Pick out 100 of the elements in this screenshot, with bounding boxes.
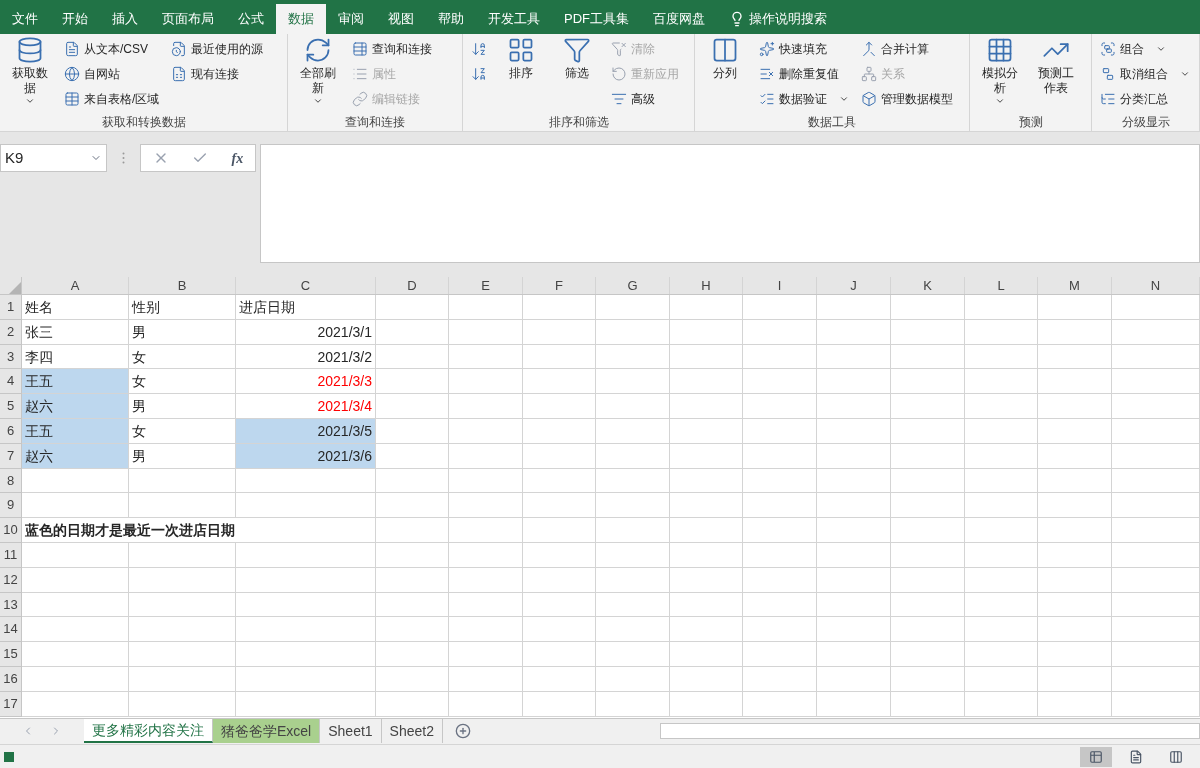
ribbon-tab[interactable]: 开发工具: [476, 4, 552, 34]
column-header[interactable]: C: [236, 277, 376, 294]
macro-record-icon[interactable]: [4, 751, 14, 762]
ribbon-button[interactable]: 全部刷新: [292, 36, 344, 106]
link-icon: [352, 90, 368, 107]
row-header[interactable]: 11: [0, 542, 22, 568]
ribbon-button[interactable]: 预测工作表: [1030, 36, 1082, 96]
ribbon-button[interactable]: 现有连接: [167, 61, 268, 86]
column-header[interactable]: B: [129, 277, 236, 294]
ribbon-button[interactable]: 取消组合: [1096, 61, 1194, 86]
row-header[interactable]: 2: [0, 319, 22, 345]
ribbon-tab[interactable]: 文件: [0, 4, 50, 34]
row-header[interactable]: 3: [0, 344, 22, 370]
table-cell: 2021/3/3: [236, 369, 376, 395]
row-header[interactable]: 10: [0, 518, 22, 543]
ribbon-button[interactable]: 最近使用的源: [167, 36, 268, 61]
column-header[interactable]: D: [376, 277, 449, 294]
row-header[interactable]: 8: [0, 468, 22, 494]
column-header[interactable]: N: [1112, 277, 1200, 294]
group-label: 查询和连接: [344, 114, 406, 131]
ribbon-button[interactable]: 分列: [699, 36, 751, 81]
add-sheet-icon[interactable]: [455, 723, 471, 739]
ribbon-tab[interactable]: 数据: [276, 4, 326, 34]
ribbon-tab[interactable]: 视图: [376, 4, 426, 34]
sheet-tab[interactable]: Sheet1: [320, 719, 382, 743]
ribbon-button[interactable]: 来自表格/区域: [60, 86, 164, 111]
column-header[interactable]: M: [1038, 277, 1112, 294]
group-label: 获取和转换数据: [100, 114, 187, 131]
ribbon-tab[interactable]: 公式: [226, 4, 276, 34]
column-header[interactable]: A: [22, 277, 129, 294]
ribbon-tab[interactable]: 开始: [50, 4, 100, 34]
ribbon-tab[interactable]: 页面布局: [150, 4, 226, 34]
ribbon-tab[interactable]: 百度网盘: [641, 4, 717, 34]
database-icon: [16, 36, 44, 64]
column-header[interactable]: K: [891, 277, 965, 294]
row-header[interactable]: 13: [0, 592, 22, 618]
column-header[interactable]: I: [743, 277, 817, 294]
tell-me-search[interactable]: 操作说明搜索: [749, 9, 827, 29]
column-header[interactable]: F: [523, 277, 596, 294]
globe-icon: [64, 65, 80, 82]
ribbon-button[interactable]: 管理数据模型: [857, 86, 957, 111]
row-header[interactable]: 5: [0, 394, 22, 419]
row-header[interactable]: 6: [0, 419, 22, 444]
grip-icon: [122, 152, 125, 164]
group-label: 数据工具: [807, 114, 857, 131]
column-header[interactable]: H: [670, 277, 743, 294]
table-cell: 张三: [22, 319, 129, 345]
sort-ascending-icon: [471, 40, 487, 57]
row-header[interactable]: 7: [0, 443, 22, 469]
sheet-tab[interactable]: Sheet2: [381, 719, 443, 743]
sort-grid-icon: [507, 36, 535, 64]
filter-icon: [563, 36, 591, 64]
row-header[interactable]: 15: [0, 642, 22, 667]
ribbon-button[interactable]: 删除重复值: [755, 61, 853, 86]
column-header[interactable]: E: [449, 277, 523, 294]
column-header[interactable]: J: [817, 277, 891, 294]
sheet-tab[interactable]: 更多精彩内容关注: [84, 719, 213, 743]
column-header[interactable]: G: [596, 277, 670, 294]
ribbon-button[interactable]: 合并计算: [857, 36, 957, 61]
sheet-tab[interactable]: 猪爸爸学Excel: [213, 719, 321, 743]
clock-file-icon: [171, 40, 188, 57]
spreadsheet-file-icon: [171, 65, 188, 82]
horizontal-scrollbar[interactable]: [660, 723, 1200, 739]
row-header[interactable]: 1: [0, 295, 22, 320]
row-header[interactable]: 4: [0, 369, 22, 395]
column-header[interactable]: L: [965, 277, 1038, 294]
row-header[interactable]: 14: [0, 617, 22, 643]
ribbon-button[interactable]: 模拟分析: [974, 36, 1026, 106]
ribbon-tab[interactable]: PDF工具集: [552, 4, 641, 34]
ribbon-button[interactable]: 筛选: [551, 36, 603, 81]
ribbon-button[interactable]: 获取数据: [4, 36, 56, 106]
table-cell: 王五: [22, 419, 129, 444]
ribbon-button[interactable]: 数据验证: [755, 86, 853, 111]
table-cell: 2021/3/4: [236, 394, 376, 419]
table-icon: [64, 90, 80, 107]
ribbon-button[interactable]: 查询和连接: [348, 36, 436, 61]
merge-icon: [861, 40, 877, 57]
ribbon-tab[interactable]: 帮助: [426, 4, 476, 34]
table-cell: 2021/3/5: [236, 419, 376, 444]
ribbon-tab[interactable]: 插入: [100, 4, 150, 34]
ribbon-button[interactable]: 从文本/CSV: [60, 36, 164, 61]
ribbon-button[interactable]: 自网站: [60, 61, 164, 86]
table-cell: 李四: [22, 344, 129, 370]
ribbon-button[interactable]: 高级: [607, 86, 683, 111]
table-cell: 男: [129, 394, 236, 419]
ribbon-button[interactable]: 分类汇总: [1096, 86, 1194, 111]
table-cell: 2021/3/2: [236, 344, 376, 370]
ribbon-button[interactable]: 快速填充: [755, 36, 853, 61]
ribbon-tab[interactable]: 审阅: [326, 4, 376, 34]
ribbon-button[interactable]: 排序: [495, 36, 547, 81]
sort-descending-icon: [471, 65, 487, 82]
row-header[interactable]: 17: [0, 691, 22, 717]
insert-function-button[interactable]: fx: [231, 147, 244, 169]
name-box[interactable]: K9: [0, 144, 107, 172]
row-header[interactable]: 9: [0, 493, 22, 519]
row-header[interactable]: 12: [0, 567, 22, 593]
row-header[interactable]: 16: [0, 666, 22, 692]
view-button[interactable]: [1080, 746, 1112, 767]
ribbon-button[interactable]: 组合: [1096, 36, 1194, 61]
sparkle-icon: [759, 40, 775, 57]
